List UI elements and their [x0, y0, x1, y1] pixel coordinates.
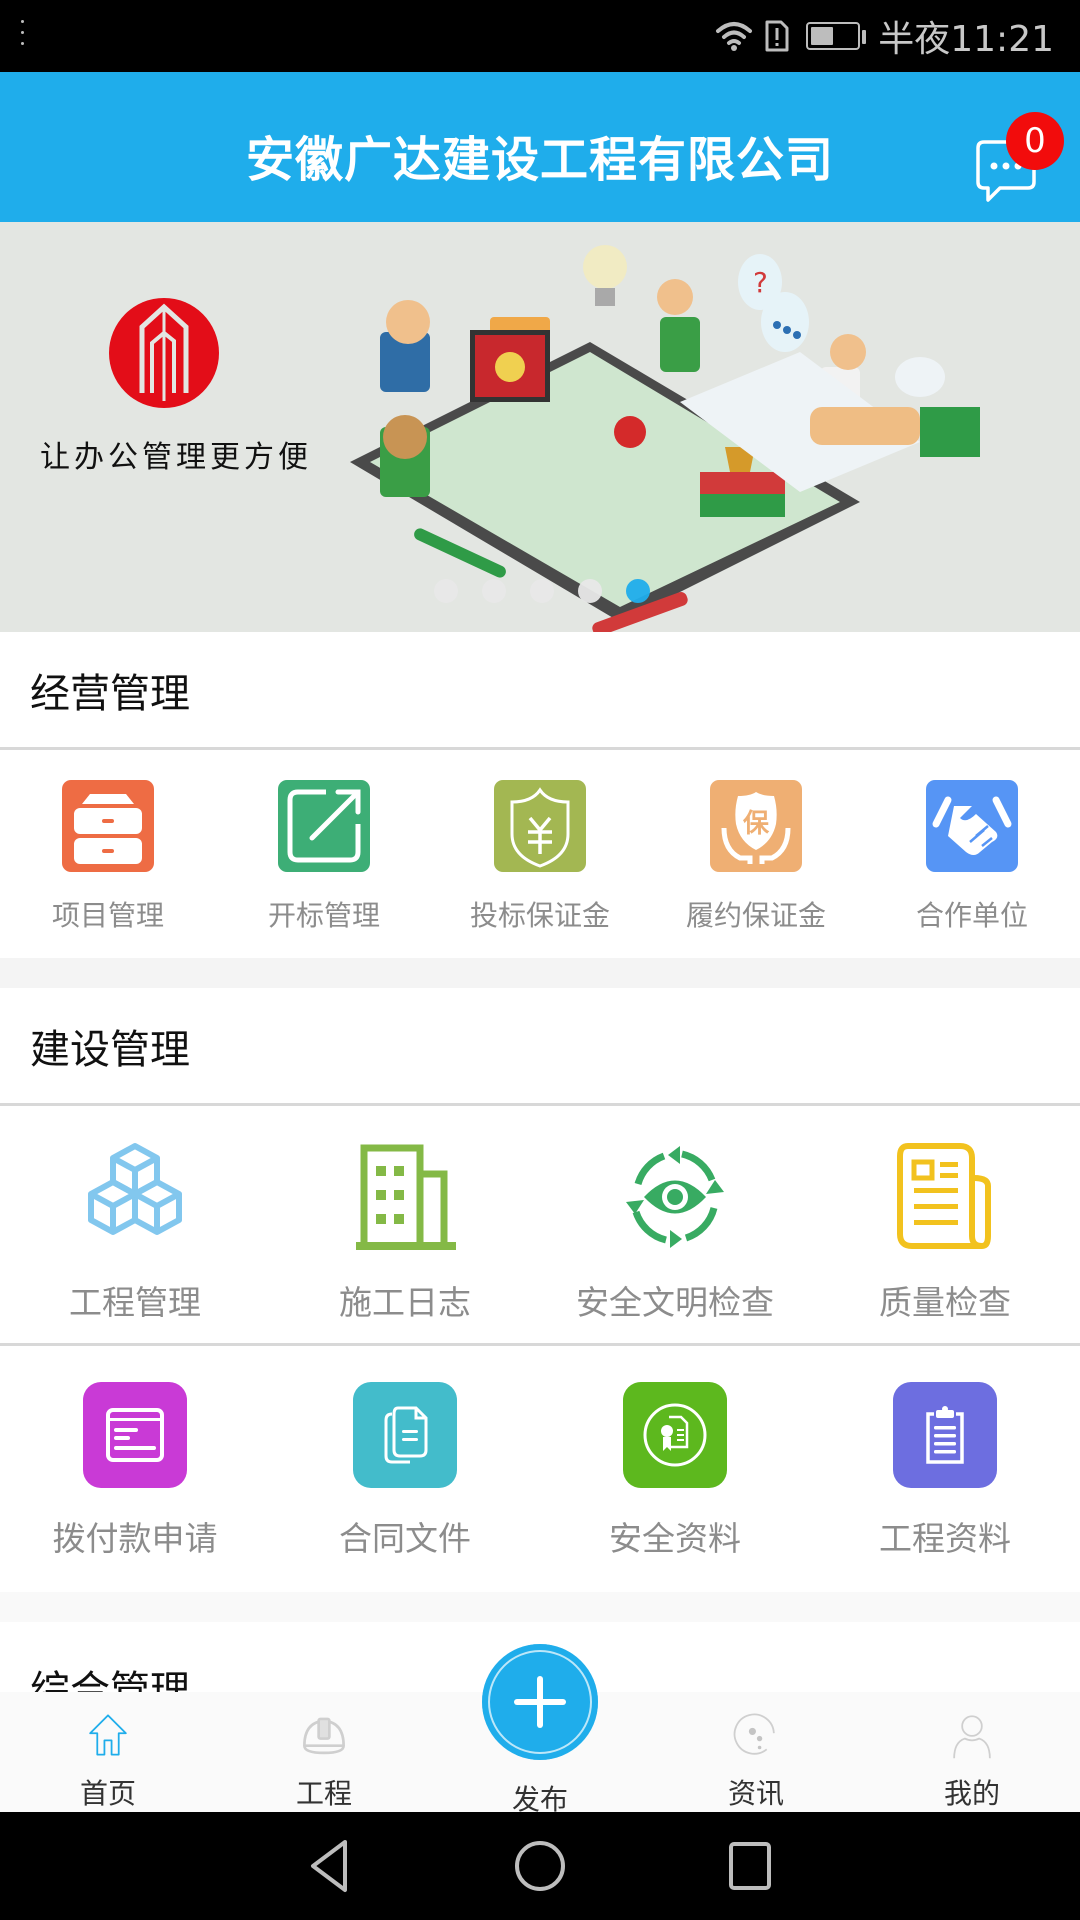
- nav-news[interactable]: 资讯: [648, 1692, 864, 1812]
- pager-dot[interactable]: [434, 579, 458, 603]
- grid-item-quality-inspection[interactable]: 质量检查: [810, 1142, 1080, 1343]
- home-system-button[interactable]: [510, 1836, 570, 1896]
- overflow-menu-icon: [20, 20, 26, 52]
- nav-label: 首页: [79, 1777, 136, 1810]
- carousel-pager: [0, 579, 1080, 603]
- recents-icon: [729, 1842, 771, 1890]
- grid-label: 安全资料: [609, 1519, 741, 1558]
- nav-label: 资讯: [727, 1777, 784, 1810]
- section-gap: [0, 1592, 1080, 1622]
- grid-item-bid-deposit[interactable]: 投标保证金: [432, 780, 648, 955]
- handshake-icon: [926, 780, 1018, 872]
- construction-grid-row-2: 拨付款申请 合同文件 安全资料 工程资料: [0, 1346, 1080, 1589]
- eye-cycle-icon: [626, 1146, 724, 1248]
- section-header: 经营管理: [0, 632, 1080, 750]
- user-icon: [953, 1715, 991, 1759]
- cabinet-icon: [62, 780, 154, 872]
- nav-profile[interactable]: 我的: [864, 1692, 1080, 1812]
- hands-guarantee-icon: 保: [710, 780, 802, 872]
- section-construction: 建设管理 工程管理 施工日志 安全文明检查 质量检查 拨付款申请 合同文件 安全…: [0, 988, 1080, 1592]
- grid-label: 拨付款申请: [52, 1519, 218, 1558]
- page-title: 安徽广达建设工程有限公司: [245, 132, 834, 188]
- payment-form-icon: [83, 1382, 187, 1488]
- app-screen: 半夜11:21 安徽广达建设工程有限公司 0 让办公管理更方便 ? 经营管理 项…: [0, 0, 1080, 1920]
- newspaper-icon: [897, 1143, 991, 1249]
- nav-label: 工程: [295, 1777, 352, 1810]
- home-icon: [89, 1714, 127, 1756]
- clock: 半夜11:21: [878, 19, 1054, 60]
- grid-label: 工程管理: [69, 1283, 201, 1322]
- office-illustration: ?: [350, 245, 980, 632]
- building-icon: [356, 1144, 456, 1250]
- battery-level: [811, 27, 834, 45]
- grid-label: 履约保证金: [685, 899, 826, 932]
- nav-home[interactable]: 首页: [0, 1692, 216, 1812]
- publish-fab-button[interactable]: [482, 1644, 598, 1760]
- news-circle-icon: [733, 1713, 775, 1755]
- svg-text:保: 保: [742, 809, 770, 839]
- svg-text:?: ?: [753, 266, 768, 299]
- grid-item-safety-documents[interactable]: 安全资料: [540, 1382, 810, 1589]
- grid-item-performance-deposit[interactable]: 保 履约保证金: [648, 780, 864, 955]
- banner-slogan: 让办公管理更方便: [40, 440, 312, 475]
- plus-icon: [514, 1676, 566, 1728]
- grid-item-contract-documents[interactable]: 合同文件: [270, 1382, 540, 1589]
- grid-item-project-management[interactable]: 项目管理: [0, 780, 216, 955]
- section-header: 建设管理: [0, 988, 1080, 1106]
- grid-label: 质量检查: [879, 1283, 1011, 1322]
- certificate-icon: [623, 1382, 727, 1488]
- back-button[interactable]: [300, 1836, 360, 1896]
- yuan-shield-icon: [494, 780, 586, 872]
- grid-label: 安全文明检查: [576, 1283, 774, 1322]
- grid-item-payment-request[interactable]: 拨付款申请: [0, 1382, 270, 1589]
- grid-label: 施工日志: [339, 1283, 471, 1322]
- pager-dot[interactable]: [482, 579, 506, 603]
- grid-label: 投标保证金: [469, 899, 610, 932]
- section-business: 经营管理 项目管理 开标管理 投标保证金 保 履约保证金 合作单位: [0, 632, 1080, 958]
- grid-item-safety-inspection[interactable]: 安全文明检查: [540, 1142, 810, 1343]
- nav-label: 我的: [943, 1777, 1000, 1810]
- wifi-icon: [716, 22, 753, 51]
- pager-dot[interactable]: [578, 579, 602, 603]
- section-gap: [0, 958, 1080, 988]
- messages-button[interactable]: 0: [972, 112, 1064, 212]
- grid-item-bid-opening[interactable]: 开标管理: [216, 780, 432, 955]
- battery-icon: [806, 22, 867, 50]
- grid-label: 项目管理: [51, 899, 164, 932]
- app-header: 安徽广达建设工程有限公司 0: [0, 72, 1080, 222]
- grid-label: 工程资料: [879, 1519, 1011, 1558]
- system-navigation-bar: [0, 1812, 1080, 1920]
- cubes-icon: [88, 1143, 182, 1235]
- status-icons: 半夜11:21: [714, 0, 1054, 72]
- status-bar: 半夜11:21: [0, 0, 1080, 72]
- back-icon: [311, 1840, 347, 1892]
- pager-dot[interactable]: [530, 579, 554, 603]
- documents-icon: [353, 1382, 457, 1488]
- grid-item-engineering-documents[interactable]: 工程资料: [810, 1382, 1080, 1589]
- section-title: 经营管理: [30, 670, 190, 717]
- grid-item-partners[interactable]: 合作单位: [864, 780, 1080, 955]
- recents-button[interactable]: [720, 1836, 780, 1896]
- construction-grid-row-1: 工程管理 施工日志 安全文明检查 质量检查: [0, 1106, 1080, 1346]
- sim-alert-icon: [765, 20, 789, 52]
- clipboard-icon: [893, 1382, 997, 1488]
- grid-item-construction-log[interactable]: 施工日志: [270, 1142, 540, 1343]
- external-link-icon: [278, 780, 370, 872]
- grid-label: 开标管理: [267, 899, 380, 932]
- home-circle-icon: [515, 1841, 565, 1891]
- grid-label: 合同文件: [339, 1519, 471, 1558]
- company-logo: [109, 298, 219, 408]
- banner-carousel[interactable]: 让办公管理更方便 ?: [0, 222, 1080, 632]
- section-title: 建设管理: [30, 1026, 190, 1073]
- hard-hat-icon: [303, 1717, 345, 1755]
- grid-label: 合作单位: [915, 899, 1028, 932]
- nav-projects[interactable]: 工程: [216, 1692, 432, 1812]
- business-grid: 项目管理 开标管理 投标保证金 保 履约保证金 合作单位: [0, 750, 1080, 955]
- grid-item-engineering-management[interactable]: 工程管理: [0, 1142, 270, 1343]
- pager-dot-active[interactable]: [626, 579, 650, 603]
- unread-badge: 0: [1006, 112, 1064, 170]
